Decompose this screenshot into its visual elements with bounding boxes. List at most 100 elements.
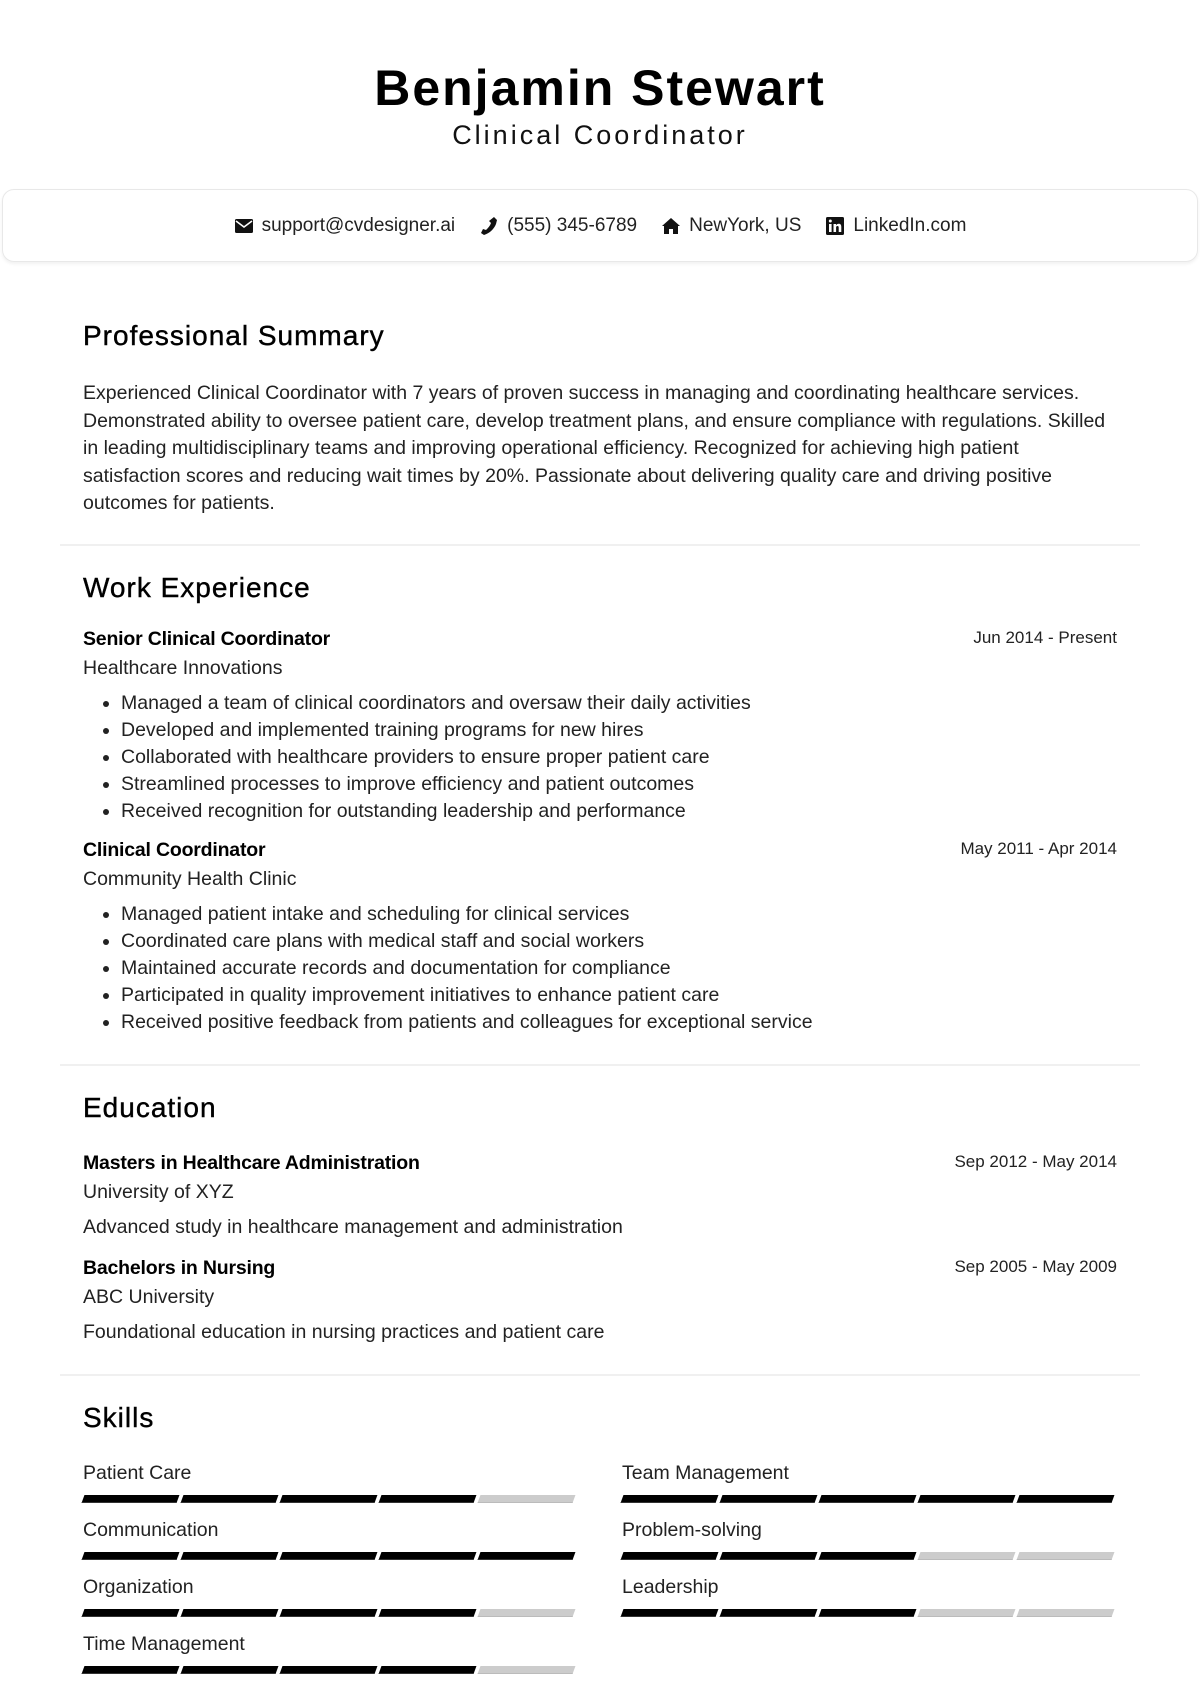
skill-level-bar	[81, 1665, 576, 1674]
skill-segment-empty	[917, 1608, 1016, 1617]
skill-segment-empty	[477, 1665, 576, 1674]
skill-level-bar	[620, 1608, 1115, 1617]
skill-item: Patient Care	[81, 1461, 576, 1503]
skill-segment-filled	[180, 1551, 279, 1560]
job-company: Healthcare Innovations	[83, 656, 283, 679]
phone-icon	[479, 216, 499, 236]
skill-level-bar	[81, 1551, 576, 1560]
summary-text: Experienced Clinical Coordinator with 7 …	[83, 382, 1106, 514]
skill-item: Problem-solving	[620, 1518, 1115, 1560]
bullet-item: Coordinated care plans with medical staf…	[121, 928, 1117, 955]
bullet-item: Developed and implemented training progr…	[121, 717, 1117, 744]
summary-heading: Professional Summary	[83, 320, 385, 351]
bullet-item: Participated in quality improvement init…	[121, 982, 1117, 1009]
skill-segment-empty	[1016, 1551, 1115, 1560]
contact-phone[interactable]: (555) 345-6789	[479, 215, 637, 237]
resume-header: Benjamin Stewart Clinical Coordinator	[0, 0, 1200, 152]
skills-section: Skills Patient Care Team Management Commun…	[60, 1376, 1140, 1674]
contact-bar: support@cvdesigner.ai (555) 345-6789 New…	[2, 189, 1198, 262]
skill-segment-empty	[917, 1551, 1016, 1560]
skill-segment-filled	[818, 1551, 917, 1560]
education-entry: Masters in Healthcare Administration Sep…	[83, 1152, 1117, 1239]
job-title: Clinical Coordinator	[83, 838, 266, 861]
skill-segment-filled	[81, 1608, 180, 1617]
skill-segment-empty	[1016, 1608, 1115, 1617]
skill-segment-filled	[378, 1665, 477, 1674]
skill-name: Problem-solving	[622, 1518, 762, 1541]
bullet-item: Managed a team of clinical coordinators …	[121, 690, 1117, 717]
job-bullets: Managed patient intake and scheduling fo…	[83, 901, 1117, 1036]
skill-segment-filled	[719, 1551, 818, 1560]
email-text: support@cvdesigner.ai	[261, 214, 456, 236]
skill-segment-filled	[378, 1551, 477, 1560]
contact-email[interactable]: support@cvdesigner.ai	[234, 214, 456, 237]
skill-segment-filled	[917, 1494, 1016, 1503]
skill-segment-filled	[818, 1608, 917, 1617]
skill-level-bar	[620, 1551, 1115, 1560]
skill-segment-filled	[180, 1608, 279, 1617]
job-dates: May 2011 - Apr 2014	[960, 838, 1117, 858]
bullet-item: Received positive feedback from patients…	[121, 1009, 1117, 1036]
skill-segment-filled	[81, 1494, 180, 1503]
education-description: Advanced study in healthcare management …	[83, 1215, 623, 1238]
education-description: Foundational education in nursing practi…	[83, 1320, 605, 1343]
job-title: Clinical Coordinator	[452, 120, 748, 150]
skill-name: Patient Care	[83, 1461, 192, 1484]
candidate-name: Benjamin Stewart	[374, 60, 826, 116]
location-text: NewYork, US	[689, 214, 802, 236]
bullet-item: Managed patient intake and scheduling fo…	[121, 901, 1117, 928]
skill-segment-filled	[180, 1494, 279, 1503]
contact-location: NewYork, US	[661, 215, 801, 237]
job-title: Senior Clinical Coordinator	[83, 627, 331, 650]
skill-name: Team Management	[622, 1461, 789, 1484]
skill-level-bar	[81, 1608, 576, 1617]
summary-section: Professional Summary Experienced Clinica…	[60, 300, 1140, 546]
skill-item: Organization	[81, 1575, 576, 1617]
education-section: Education Masters in Healthcare Administ…	[60, 1066, 1140, 1376]
skill-segment-filled	[279, 1494, 378, 1503]
job-company: Community Health Clinic	[83, 867, 297, 890]
bullet-item: Collaborated with healthcare providers t…	[121, 744, 1117, 771]
degree-name: Masters in Healthcare Administration	[83, 1151, 420, 1174]
skill-name: Communication	[83, 1518, 219, 1541]
skill-segment-filled	[378, 1608, 477, 1617]
envelope-icon	[234, 216, 254, 236]
contact-linkedin[interactable]: LinkedIn.com	[825, 215, 966, 237]
skill-segment-filled	[620, 1551, 719, 1560]
education-dates: Sep 2012 - May 2014	[954, 1151, 1117, 1171]
skill-name: Leadership	[622, 1575, 719, 1598]
job-entry: Clinical Coordinator May 2011 - Apr 2014…	[83, 839, 1117, 1036]
job-dates: Jun 2014 - Present	[973, 627, 1117, 647]
job-entry: Senior Clinical Coordinator Jun 2014 - P…	[83, 628, 1117, 825]
skill-segment-filled	[81, 1551, 180, 1560]
bullet-item: Received recognition for outstanding lea…	[121, 798, 1117, 825]
skill-segment-filled	[818, 1494, 917, 1503]
school-name: ABC University	[83, 1285, 215, 1308]
bullet-item: Maintained accurate records and document…	[121, 955, 1117, 982]
skill-segment-filled	[1016, 1494, 1115, 1503]
skill-item: Communication	[81, 1518, 576, 1560]
skill-segment-filled	[719, 1608, 818, 1617]
skill-segment-filled	[477, 1551, 576, 1560]
skill-level-bar	[620, 1494, 1115, 1503]
skill-level-bar	[81, 1494, 576, 1503]
skill-name: Organization	[83, 1575, 194, 1598]
experience-section: Work Experience Senior Clinical Coordina…	[60, 546, 1140, 1066]
linkedin-text: LinkedIn.com	[853, 214, 967, 236]
skill-name: Time Management	[83, 1632, 245, 1655]
skill-item: Time Management	[81, 1632, 576, 1674]
skill-item: Leadership	[620, 1575, 1115, 1617]
skill-segment-empty	[477, 1494, 576, 1503]
skill-segment-filled	[279, 1551, 378, 1560]
skills-heading: Skills	[83, 1401, 155, 1433]
skill-segment-filled	[719, 1494, 818, 1503]
experience-heading: Work Experience	[83, 571, 311, 603]
skill-segment-filled	[620, 1494, 719, 1503]
skill-segment-filled	[620, 1608, 719, 1617]
linkedin-icon	[825, 216, 845, 236]
skill-segment-filled	[180, 1665, 279, 1674]
skills-grid: Patient Care Team Management Communication…	[81, 1461, 1117, 1674]
education-entry: Bachelors in Nursing Sep 2005 - May 2009…	[83, 1257, 1117, 1344]
education-heading: Education	[83, 1091, 217, 1123]
skill-segment-filled	[81, 1665, 180, 1674]
